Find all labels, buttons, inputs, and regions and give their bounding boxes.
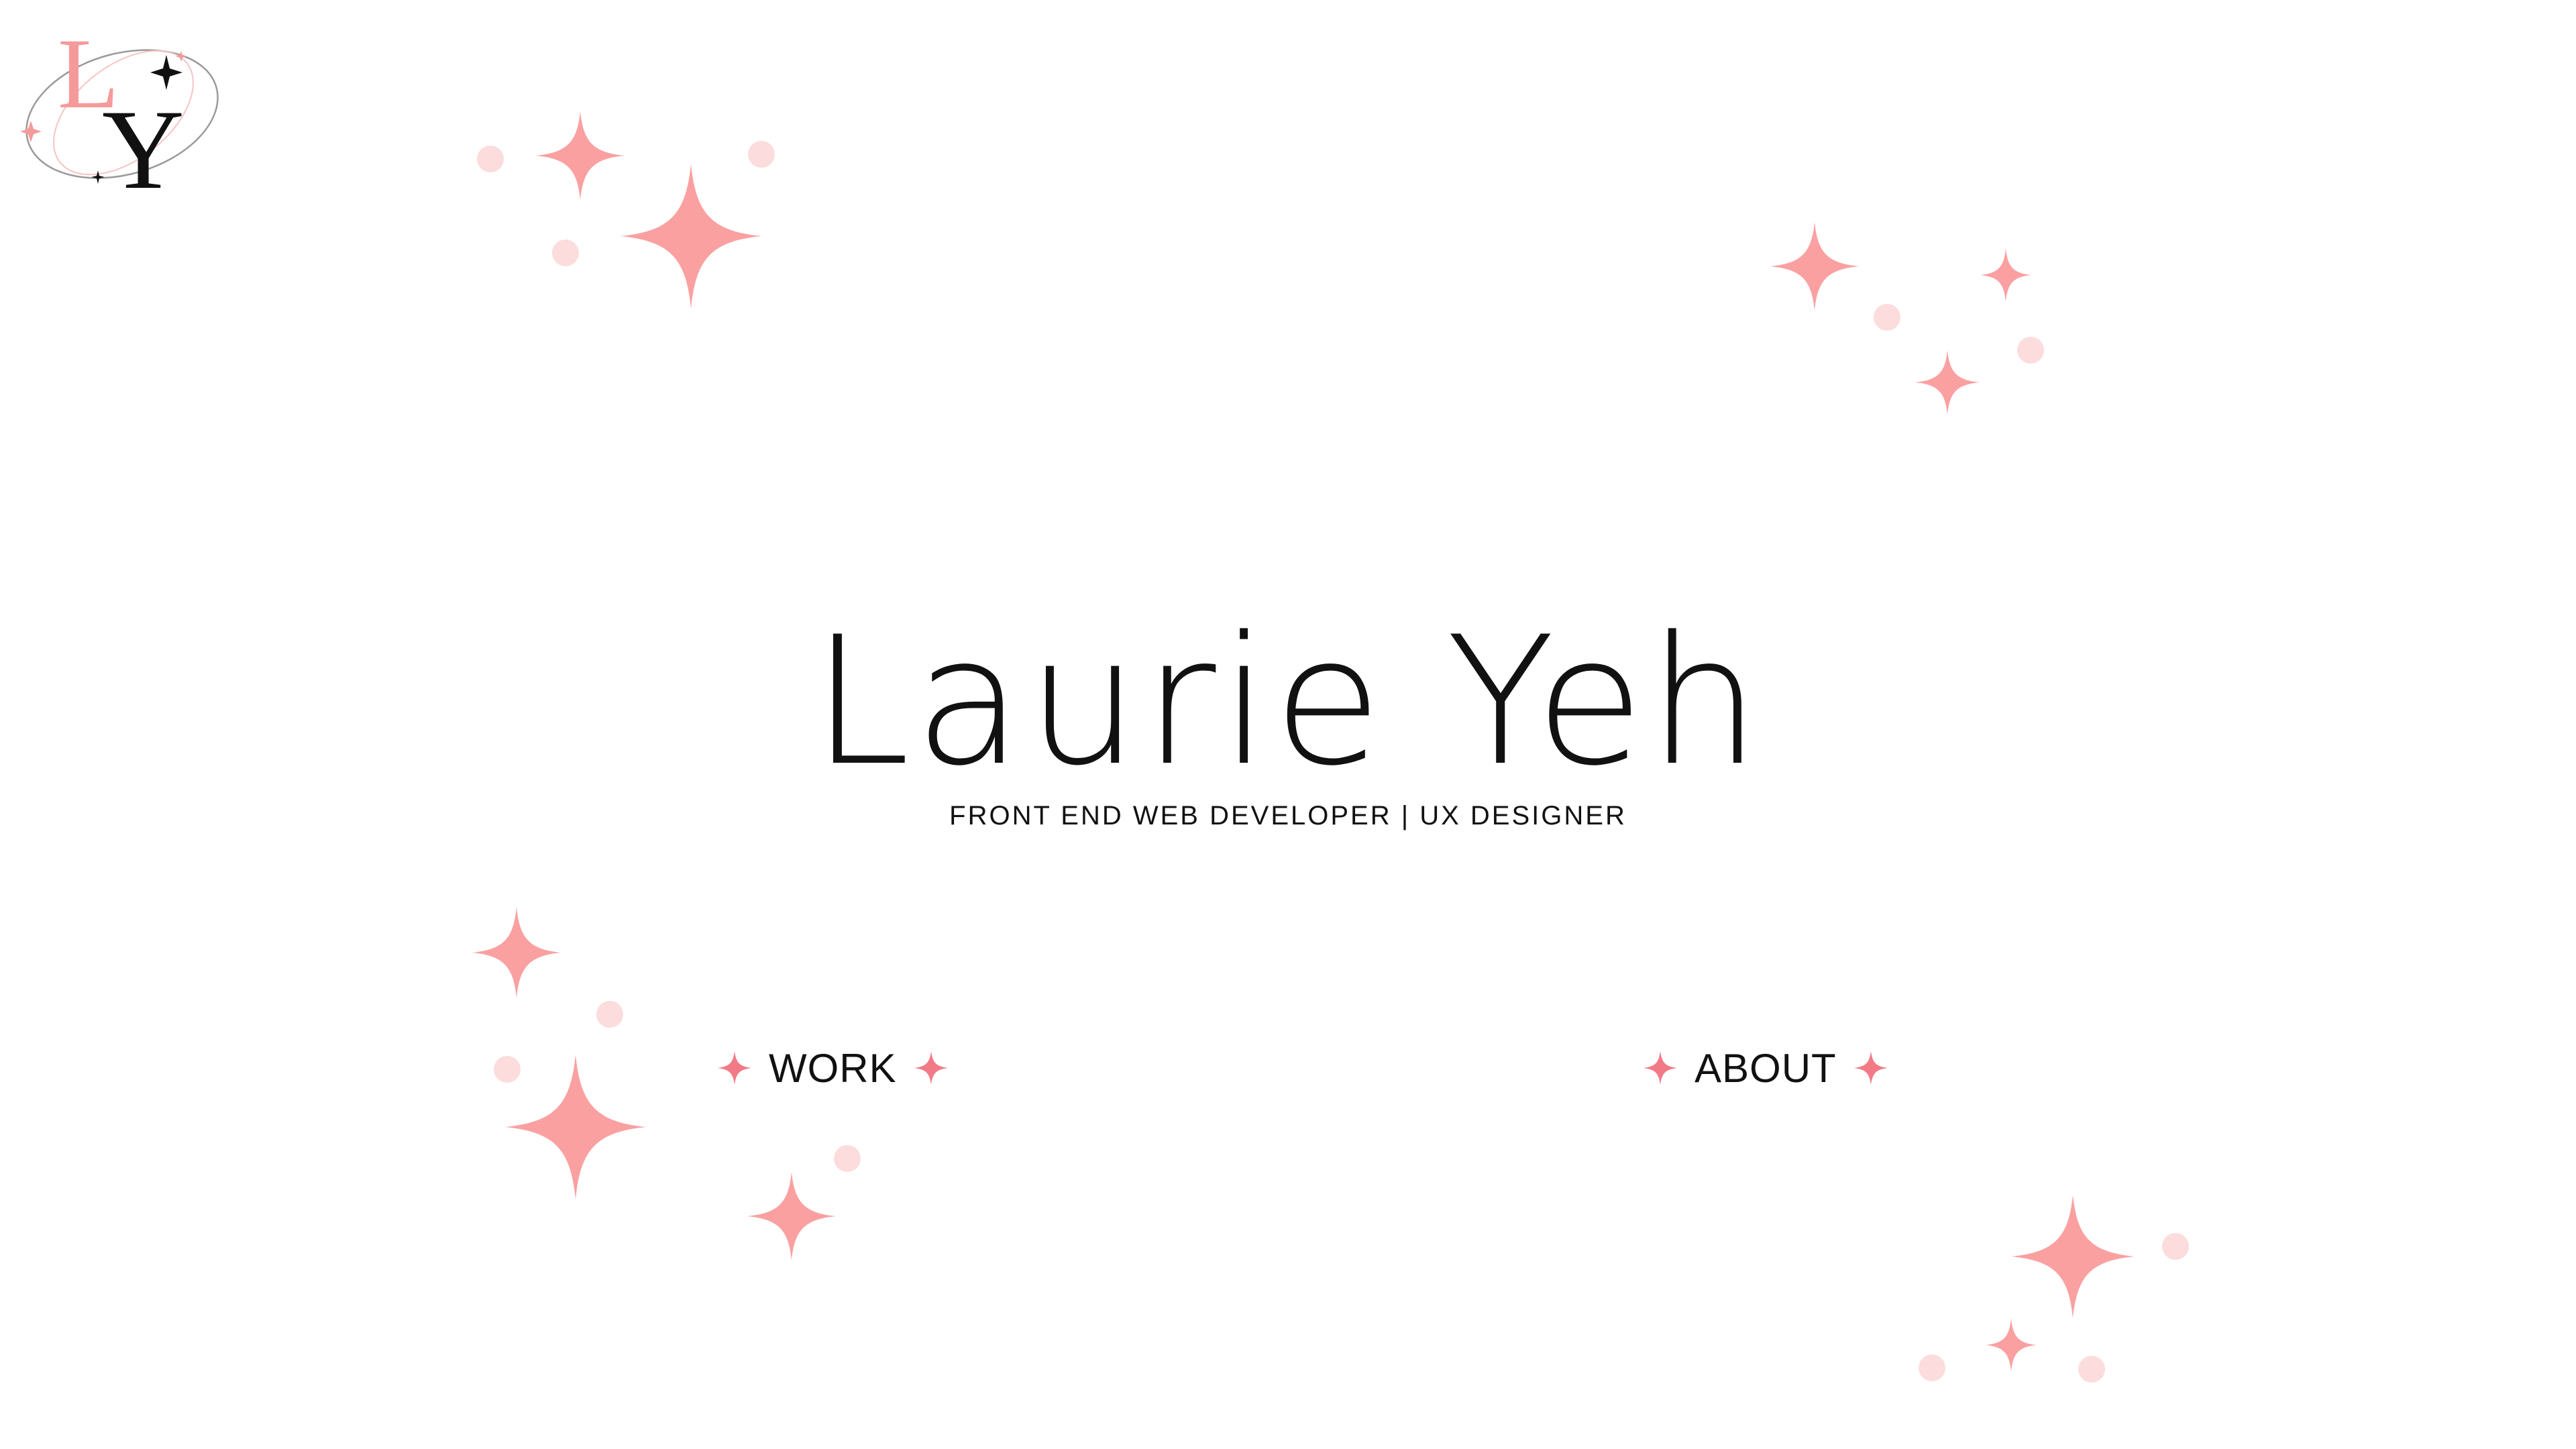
- sparkle-icon: [1644, 1051, 1677, 1085]
- sparkle-icon: [747, 1172, 836, 1260]
- sparkle-icon: [1770, 222, 1859, 311]
- nav-link-about[interactable]: ABOUT: [1644, 1041, 1888, 1095]
- nav-link-work-label: WORK: [769, 1045, 897, 1091]
- decor-dot-icon: [748, 141, 775, 168]
- decor-dot-icon: [477, 146, 504, 172]
- sparkle-icon: [1980, 248, 2031, 302]
- decor-dot-icon: [494, 1056, 521, 1083]
- decor-dot-icon: [1919, 1354, 1945, 1381]
- sparkle-icon: [536, 111, 625, 200]
- sparkle-icon: [472, 907, 561, 998]
- decor-dot-icon: [2162, 1233, 2189, 1260]
- site-logo[interactable]: L Y: [16, 18, 231, 213]
- sparkle-icon: [1986, 1318, 2037, 1372]
- decor-dot-icon: [2017, 337, 2044, 364]
- sparkle-icon: [1854, 1051, 1888, 1085]
- decor-dot-icon: [552, 239, 579, 266]
- nav-link-work[interactable]: WORK: [718, 1041, 948, 1095]
- sparkle-icon: [621, 164, 761, 309]
- logo-sparkle-pink-icon: [20, 121, 42, 142]
- sparkle-icon: [1915, 350, 1980, 415]
- nav-link-about-label: ABOUT: [1695, 1045, 1837, 1091]
- page-title: Laurie Yeh: [811, 599, 1765, 805]
- decor-dot-icon: [834, 1145, 861, 1172]
- sparkle-icon: [505, 1055, 646, 1199]
- decor-dot-icon: [596, 1001, 623, 1028]
- tagline: FRONT END WEB DEVELOPER | UX DESIGNER: [949, 801, 1627, 830]
- sparkle-icon: [2011, 1195, 2135, 1318]
- logo-sparkle-black-icon: [150, 55, 182, 90]
- sparkle-icon: [718, 1051, 751, 1085]
- decor-dot-icon: [1874, 304, 1900, 331]
- logo-letter-y: Y: [102, 87, 184, 201]
- sparkle-icon: [914, 1051, 948, 1085]
- decor-dot-icon: [2078, 1356, 2105, 1383]
